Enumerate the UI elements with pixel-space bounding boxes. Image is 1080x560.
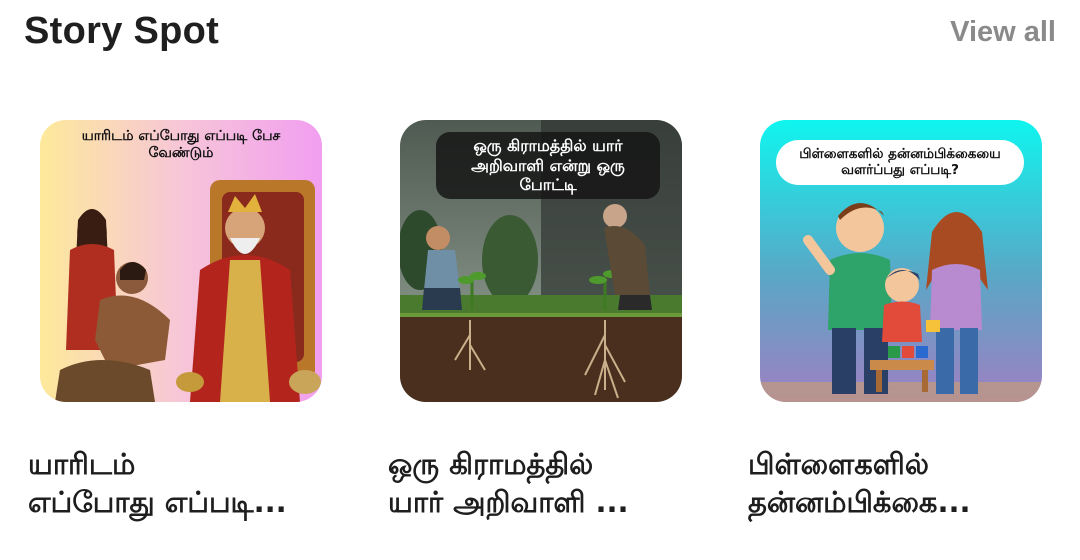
- thumbnail-caption-box-2: ஒரு கிராமத்தில் யார் அறிவாளி என்று ஒரு ப…: [436, 132, 660, 199]
- story-illustration-king: [40, 120, 322, 402]
- thumbnail-caption-1: யாரிடம் எப்போது எப்படி பேச வேண்டும்: [81, 128, 281, 162]
- thumbnail-caption-3: பிள்ளைகளில் தன்னம்பிக்கையை வளர்ப்பது எப்…: [799, 146, 1001, 179]
- story-card-3[interactable]: பிள்ளைகளில் தன்னம்பிக்கையை வளர்ப்பது எப்…: [740, 120, 1042, 550]
- story-title-2[interactable]: ஒரு கிராமத்தில் யார் அறிவாளி ...: [388, 445, 688, 522]
- thumbnail-caption-2: ஒரு கிராமத்தில் யார் அறிவாளி என்று ஒரு ப…: [471, 136, 625, 195]
- story-thumbnail-3[interactable]: பிள்ளைகளில் தன்னம்பிக்கையை வளர்ப்பது எப்…: [760, 120, 1042, 402]
- story-thumbnail-1[interactable]: யாரிடம் எப்போது எப்படி பேச வேண்டும்: [40, 120, 322, 402]
- story-thumbnail-2[interactable]: ஒரு கிராமத்தில் யார் அறிவாளி என்று ஒரு ப…: [400, 120, 682, 402]
- view-all-link[interactable]: View all: [950, 16, 1056, 49]
- story-title-3[interactable]: பிள்ளைகளில் தன்னம்பிக்கை...: [748, 445, 1048, 522]
- thumbnail-caption-box-3: பிள்ளைகளில் தன்னம்பிக்கையை வளர்ப்பது எப்…: [776, 140, 1024, 185]
- story-card-1[interactable]: யாரிடம் எப்போது எப்படி பேச வேண்டும் யாரி…: [20, 120, 322, 550]
- story-title-1[interactable]: யாரிடம் எப்போது எப்படி...: [28, 445, 328, 522]
- section-header: Story Spot View all: [0, 0, 1080, 80]
- section-title: Story Spot: [24, 10, 220, 52]
- story-card-2[interactable]: ஒரு கிராமத்தில் யார் அறிவாளி என்று ஒரு ப…: [380, 120, 682, 550]
